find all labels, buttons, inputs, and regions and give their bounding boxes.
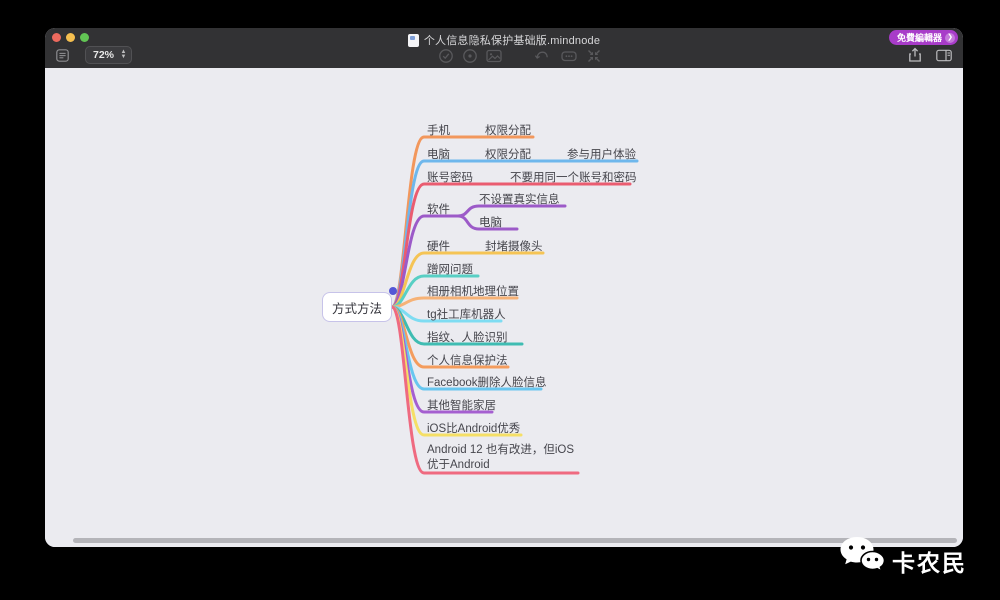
topic-label[interactable]: 蹭网问题 (427, 261, 473, 277)
zoom-level-value: 72% (93, 49, 115, 61)
subtopic-label[interactable]: 不设置真实信息 (479, 191, 560, 207)
undo-icon[interactable] (534, 48, 550, 64)
mindnode-window: 个人信息隐私保护基础版.mindnode 免費編輯器 ❯ 72% ▲ ▼ 手机 … (45, 28, 963, 547)
subtopic-label[interactable]: 电脑 (479, 214, 502, 230)
fold-icon[interactable] (586, 48, 602, 64)
root-node[interactable]: 方式方法 (322, 292, 392, 322)
topic-label[interactable]: 相册相机地理位置 (427, 283, 519, 299)
subtopic-label[interactable]: 权限分配 (485, 122, 531, 138)
branch-line-software-c1 (456, 204, 567, 218)
stepper-arrows-icon[interactable]: ▲ ▼ (119, 49, 131, 60)
topic-label[interactable]: 指纹、人脸识别 (427, 329, 508, 345)
horizontal-scrollbar[interactable] (73, 538, 957, 543)
wechat-logo-icon (840, 537, 886, 573)
topic-label[interactable]: 手机 (427, 122, 450, 138)
selection-handle[interactable] (389, 287, 397, 295)
zoom-stepper[interactable]: 72% ▲ ▼ (85, 46, 132, 64)
mindmap-canvas[interactable]: 手机 权限分配 电脑 权限分配 参与用户体验 账号密码 不要用同一个账号和密码 … (45, 68, 963, 547)
free-editor-badge[interactable]: 免費編輯器 ❯ (888, 30, 958, 45)
topic-label[interactable]: Android 12 也有改进，但iOS优于Android (427, 443, 579, 473)
format-panel-icon[interactable] (936, 49, 952, 62)
topic-label[interactable]: iOS比Android优秀 (427, 420, 520, 436)
title-row: 个人信息隐私保护基础版.mindnode (45, 32, 963, 48)
outline-toggle-icon[interactable] (56, 49, 69, 62)
topic-label[interactable]: 硬件 (427, 238, 450, 254)
subtopic-label[interactable]: 参与用户体验 (567, 146, 636, 162)
watermark: 卡农民 (838, 534, 967, 578)
window-title: 个人信息隐私保护基础版.mindnode (423, 35, 601, 47)
titlebar: 个人信息隐私保护基础版.mindnode 免費編輯器 ❯ 72% ▲ ▼ (45, 28, 963, 68)
watermark-text: 卡农民 (892, 550, 967, 576)
subtopic-label[interactable]: 封堵摄像头 (485, 238, 543, 254)
topic-label[interactable]: Facebook删除人脸信息 (427, 374, 547, 390)
topic-label[interactable]: 个人信息保护法 (427, 352, 508, 368)
subtopic-label[interactable]: 不要用同一个账号和密码 (510, 169, 637, 185)
topic-label[interactable]: 电脑 (427, 146, 450, 162)
badge-label: 免費編輯器 (896, 33, 942, 43)
topic-label[interactable]: tg社工库机器人 (427, 306, 506, 322)
topic-label[interactable]: 账号密码 (427, 169, 473, 185)
tag-icon[interactable] (561, 48, 577, 64)
image-icon[interactable] (486, 48, 502, 64)
topic-label[interactable]: 软件 (427, 201, 450, 217)
focus-icon[interactable] (462, 48, 478, 64)
task-check-icon[interactable] (438, 48, 454, 64)
document-icon (407, 33, 419, 47)
share-icon[interactable] (907, 47, 923, 63)
topic-label[interactable]: 其他智能家居 (427, 397, 496, 413)
subtopic-label[interactable]: 权限分配 (485, 146, 531, 162)
chevron-right-icon: ❯ (945, 32, 955, 43)
